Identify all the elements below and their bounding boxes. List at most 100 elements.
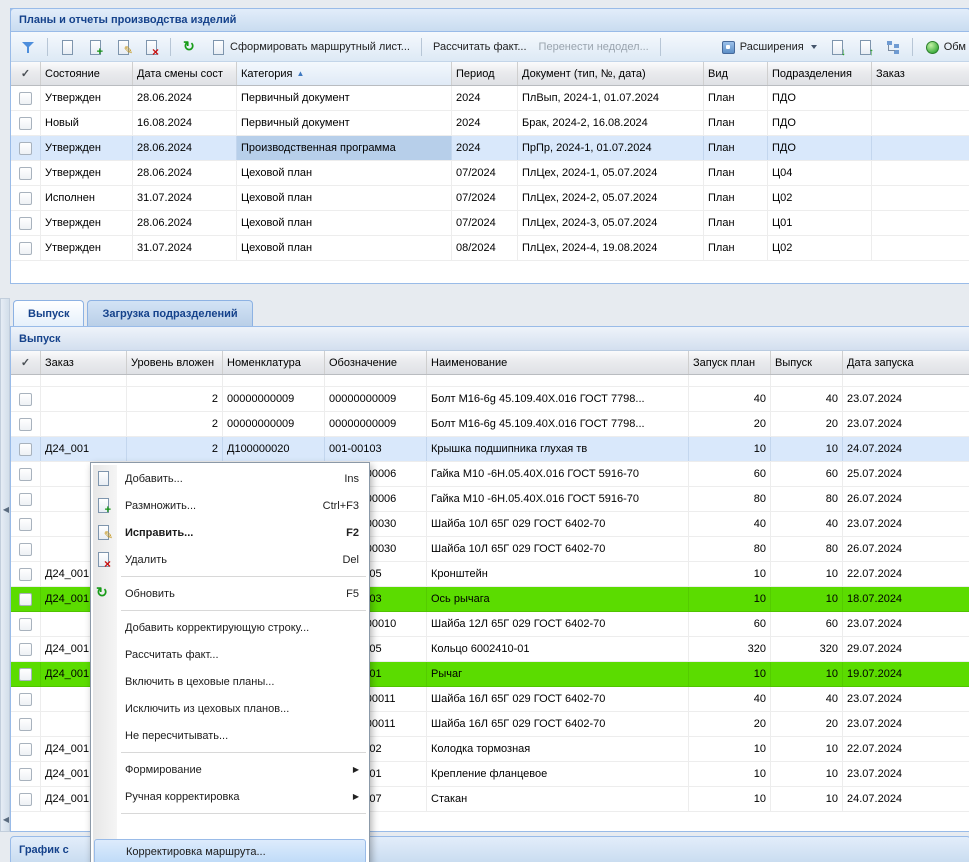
column-header-order[interactable]: Заказ xyxy=(41,351,127,374)
calc-fact-button[interactable]: Рассчитать факт... xyxy=(428,38,532,56)
release-grid-header: ✓ Заказ Уровень вложен Номенклатура Обоз… xyxy=(11,351,969,375)
row-checkbox[interactable] xyxy=(19,768,32,781)
column-header-level[interactable]: Уровень вложен xyxy=(127,351,223,374)
table-row[interactable]: Д24_001 2 Д100000020 001-00103 Крышка по… xyxy=(11,437,969,462)
filter-icon xyxy=(20,39,36,55)
column-header-kind[interactable]: Вид xyxy=(704,62,768,85)
menu-item-include-shop-plans[interactable]: Включить в цеховые планы... xyxy=(91,668,369,695)
menu-item-edit[interactable]: Исправить... F2 xyxy=(91,519,369,546)
edit-button[interactable] xyxy=(110,36,136,58)
menu-item-calc-fact[interactable]: Рассчитать факт... xyxy=(91,641,369,668)
row-checkbox[interactable] xyxy=(19,418,32,431)
delete-button[interactable] xyxy=(138,36,164,58)
row-checkbox[interactable] xyxy=(19,92,32,105)
tab-division-load[interactable]: Загрузка подразделений xyxy=(87,300,252,326)
add-button[interactable] xyxy=(54,36,80,58)
duplicate-button[interactable] xyxy=(82,36,108,58)
row-checkbox[interactable] xyxy=(19,493,32,506)
row-checkbox[interactable] xyxy=(19,518,32,531)
column-header-period[interactable]: Период xyxy=(452,62,518,85)
cell-designation: 00000000009 xyxy=(325,412,427,436)
column-header-order[interactable]: Заказ xyxy=(872,62,969,85)
filter-button[interactable] xyxy=(15,36,41,58)
table-row[interactable]: Утвержден 28.06.2024 Производственная пр… xyxy=(11,136,969,161)
collapse-left-icon[interactable]: ◀ xyxy=(1,505,11,514)
cell-launch-date: 18.07.2024 xyxy=(843,587,969,611)
table-row[interactable]: Утвержден 31.07.2024 Цеховой план 08/202… xyxy=(11,236,969,261)
row-checkbox[interactable] xyxy=(19,543,32,556)
column-header-release[interactable]: Выпуск xyxy=(771,351,843,374)
column-header-plan[interactable]: Запуск план xyxy=(689,351,771,374)
column-header-date[interactable]: Дата смены сост xyxy=(133,62,237,85)
table-row[interactable]: Новый 16.08.2024 Первичный документ 2024… xyxy=(11,111,969,136)
scroll-left-icon[interactable]: ◀ xyxy=(1,815,11,824)
menu-item-delete[interactable]: Удалить Del xyxy=(91,546,369,573)
row-checkbox[interactable] xyxy=(19,393,32,406)
table-row[interactable]: Утвержден 28.06.2024 Цеховой план 07/202… xyxy=(11,161,969,186)
row-checkbox[interactable] xyxy=(19,242,32,255)
table-row[interactable]: 2 00000000009 00000000009 Болт М16-6g 45… xyxy=(11,387,969,412)
row-checkbox[interactable] xyxy=(19,793,32,806)
table-row[interactable]: Утвержден 28.06.2024 Первичный документ … xyxy=(11,86,969,111)
exchange-button[interactable]: Обм xyxy=(919,36,969,58)
menu-item-duplicate[interactable]: Размножить... Ctrl+F3 xyxy=(91,492,369,519)
row-checkbox[interactable] xyxy=(19,668,32,681)
cell-state: Исполнен xyxy=(41,186,133,210)
column-header-document[interactable]: Документ (тип, №, дата) xyxy=(518,62,704,85)
row-checkbox[interactable] xyxy=(19,117,32,130)
row-checkbox[interactable] xyxy=(19,743,32,756)
row-checkbox[interactable] xyxy=(19,192,32,205)
menu-item-exclude-shop-plans[interactable]: Исключить из цеховых планов... xyxy=(91,695,369,722)
menu-item-add[interactable]: Добавить... Ins xyxy=(91,465,369,492)
row-checkbox[interactable] xyxy=(19,693,32,706)
cell-plan: 80 xyxy=(689,537,771,561)
cell-name: Кронштейн xyxy=(427,562,689,586)
column-header-division[interactable]: Подразделения xyxy=(768,62,872,85)
menu-item-route-correction[interactable]: Корректировка маршрута... xyxy=(94,839,366,862)
cell-check xyxy=(11,737,41,761)
menu-item-add-correction-row[interactable]: Добавить корректирующую строку... xyxy=(91,614,369,641)
table-row[interactable]: Исполнен 31.07.2024 Цеховой план 07/2024… xyxy=(11,186,969,211)
route-list-icon xyxy=(210,39,226,55)
column-header-check[interactable]: ✓ xyxy=(11,351,41,374)
row-checkbox[interactable] xyxy=(19,643,32,656)
cell-plan: 10 xyxy=(689,737,771,761)
refresh-button[interactable] xyxy=(177,36,203,58)
row-checkbox[interactable] xyxy=(19,217,32,230)
extensions-button[interactable]: Расширения xyxy=(715,36,822,58)
cell-order xyxy=(41,375,127,386)
column-header-designation[interactable]: Обозначение xyxy=(325,351,427,374)
row-checkbox[interactable] xyxy=(19,593,32,606)
row-checkbox[interactable] xyxy=(19,443,32,456)
cell-check xyxy=(11,412,41,436)
column-header-check[interactable]: ✓ xyxy=(11,62,41,85)
table-row[interactable] xyxy=(11,375,969,387)
make-route-list-button[interactable]: Сформировать маршрутный лист... xyxy=(205,36,415,58)
row-checkbox[interactable] xyxy=(19,468,32,481)
row-checkbox[interactable] xyxy=(19,568,32,581)
table-row[interactable]: Утвержден 28.06.2024 Цеховой план 07/202… xyxy=(11,211,969,236)
menu-item-formation[interactable]: Формирование ▶ xyxy=(91,756,369,783)
cell-document: ПлЦех, 2024-2, 05.07.2024 xyxy=(518,186,704,210)
menu-item-refresh[interactable]: Обновить F5 xyxy=(91,580,369,607)
column-header-name[interactable]: Наименование xyxy=(427,351,689,374)
column-header-category[interactable]: Категория ▲ xyxy=(237,62,452,85)
table-row[interactable]: 2 00000000009 00000000009 Болт М16-6g 45… xyxy=(11,412,969,437)
row-checkbox[interactable] xyxy=(19,167,32,180)
cell-order xyxy=(872,186,969,210)
row-checkbox[interactable] xyxy=(19,142,32,155)
import-document-button[interactable] xyxy=(852,36,878,58)
tab-release[interactable]: Выпуск xyxy=(13,300,84,326)
hierarchy-button[interactable] xyxy=(880,36,906,58)
row-checkbox[interactable] xyxy=(19,718,32,731)
column-header-launch-date[interactable]: Дата запуска xyxy=(843,351,969,374)
cell-release: 10 xyxy=(771,762,843,786)
column-header-state[interactable]: Состояние xyxy=(41,62,133,85)
menu-item-no-recalculate[interactable]: Не пересчитывать... xyxy=(91,722,369,749)
cell-name: Гайка М10 -6Н.05.40Х.016 ГОСТ 5916-70 xyxy=(427,462,689,486)
menu-item-manual-correction[interactable]: Ручная корректировка ▶ xyxy=(91,783,369,810)
column-header-nomenclature[interactable]: Номенклатура xyxy=(223,351,325,374)
export-document-button[interactable] xyxy=(824,36,850,58)
panel-collapse-strip[interactable]: ◀ ◀ xyxy=(0,298,10,832)
row-checkbox[interactable] xyxy=(19,618,32,631)
